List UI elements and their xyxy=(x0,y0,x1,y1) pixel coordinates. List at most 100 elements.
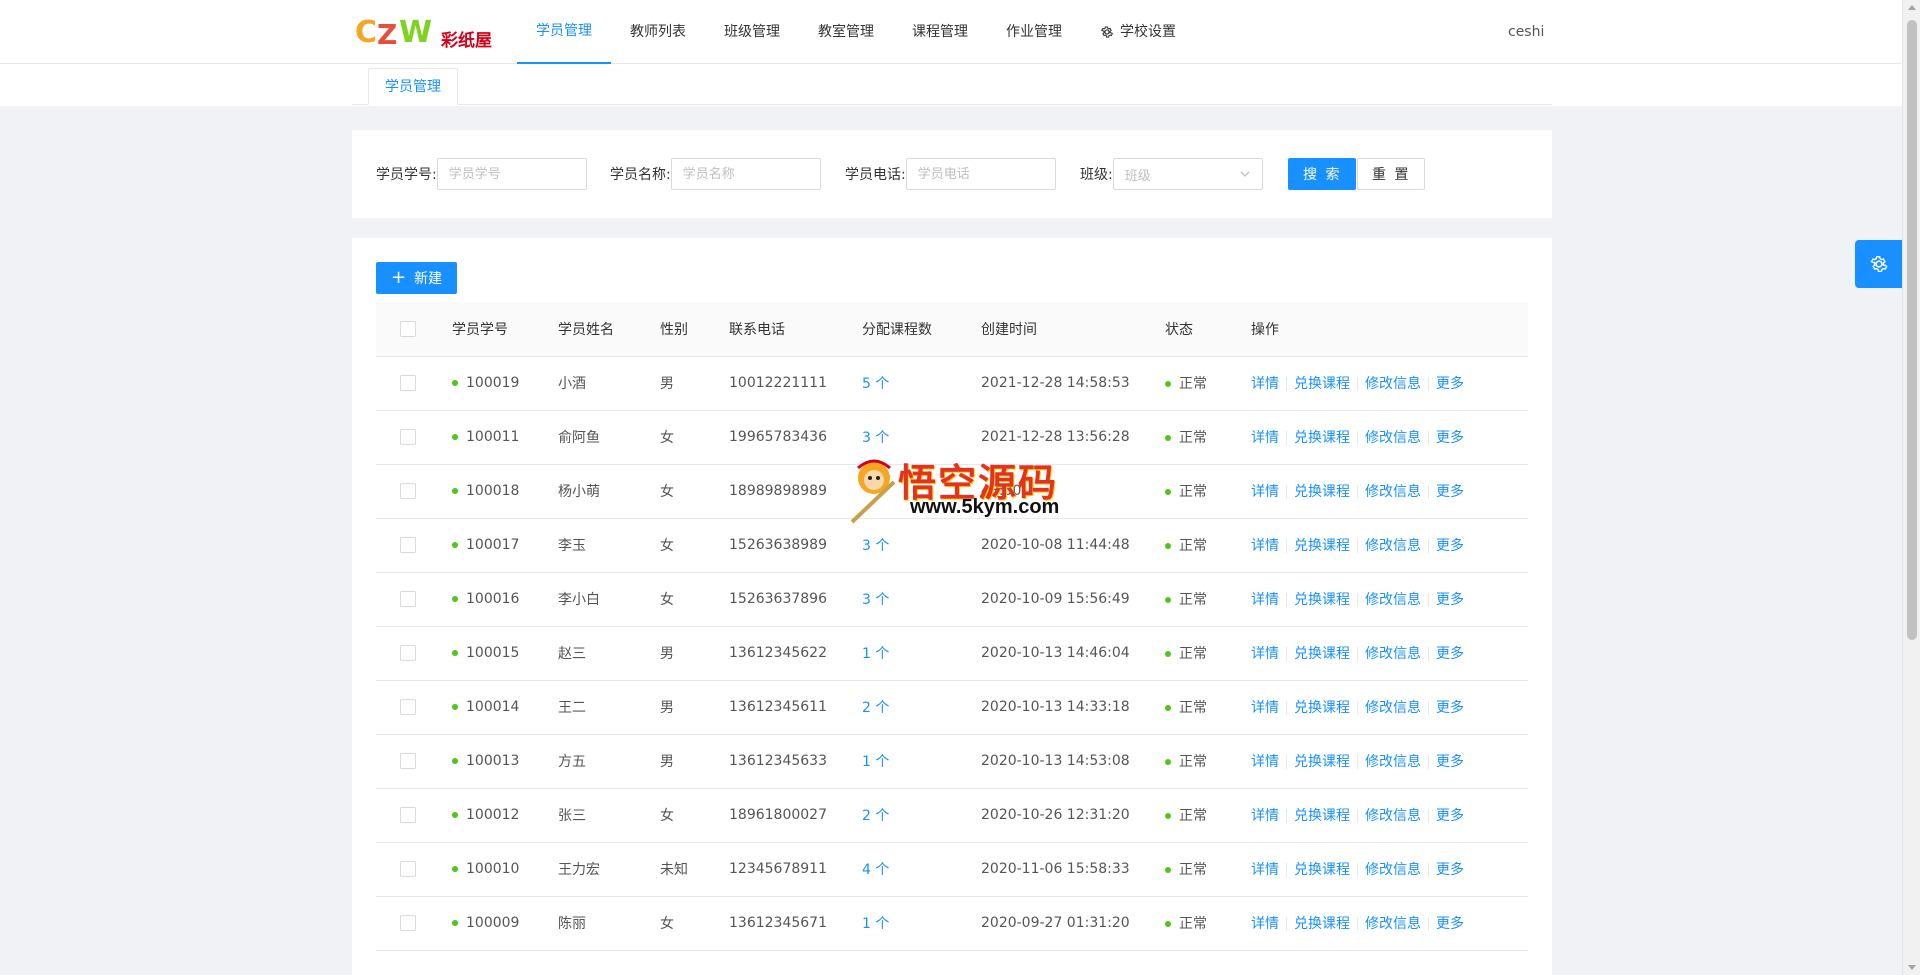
edit-info-link[interactable]: 修改信息 xyxy=(1365,862,1421,878)
edit-info-link[interactable]: 修改信息 xyxy=(1365,646,1421,662)
column-header[interactable]: 操作 xyxy=(1251,302,1528,357)
course-count-link[interactable]: 3 个 xyxy=(862,430,889,446)
row-checkbox[interactable] xyxy=(400,915,416,931)
edit-info-link[interactable]: 修改信息 xyxy=(1365,538,1421,554)
more-link[interactable]: 更多 xyxy=(1436,376,1464,392)
exchange-course-link[interactable]: 兑换课程 xyxy=(1294,646,1350,662)
row-checkbox[interactable] xyxy=(400,483,416,499)
table-row[interactable]: 100017 李玉女 15263638989 3 个 2020-10-08 11:44:… xyxy=(376,518,1528,573)
edit-info-link[interactable]: 修改信息 xyxy=(1365,430,1421,446)
edit-info-link[interactable]: 修改信息 xyxy=(1365,754,1421,770)
table-row[interactable]: 100016 李小白女 15263637896 3 个 2020-10-09 15:56… xyxy=(376,572,1528,627)
exchange-course-link[interactable]: 兑换课程 xyxy=(1294,700,1350,716)
table-row[interactable]: 100019 小酒男 10012221111 5 个 2021-12-28 14:58:… xyxy=(376,356,1528,411)
exchange-course-link[interactable]: 兑换课程 xyxy=(1294,376,1350,392)
row-checkbox[interactable] xyxy=(400,645,416,661)
class-select[interactable]: 班级 xyxy=(1112,158,1263,190)
more-link[interactable]: 更多 xyxy=(1436,862,1464,878)
edit-info-link[interactable]: 修改信息 xyxy=(1365,916,1421,932)
student-phone-input[interactable] xyxy=(905,158,1056,190)
more-link[interactable]: 更多 xyxy=(1436,916,1464,932)
student-id-input[interactable] xyxy=(436,158,587,190)
column-header[interactable]: 学员学号 xyxy=(452,302,558,357)
course-count-link[interactable]: 2 个 xyxy=(862,700,889,716)
exchange-course-link[interactable]: 兑换课程 xyxy=(1294,484,1350,500)
course-count-link[interactable]: 1 个 xyxy=(862,754,889,770)
exchange-course-link[interactable]: 兑换课程 xyxy=(1294,592,1350,608)
row-checkbox[interactable] xyxy=(400,537,416,553)
table-row[interactable]: 100012 张三女 18961800027 2 个 2020-10-26 12:31:… xyxy=(376,788,1528,843)
more-link[interactable]: 更多 xyxy=(1436,430,1464,446)
row-checkbox[interactable] xyxy=(400,375,416,391)
edit-info-link[interactable]: 修改信息 xyxy=(1365,700,1421,716)
column-header[interactable]: 性别 xyxy=(660,302,729,357)
detail-link[interactable]: 详情 xyxy=(1251,484,1279,500)
reset-button[interactable]: 重 置 xyxy=(1357,158,1426,190)
edit-info-link[interactable]: 修改信息 xyxy=(1365,592,1421,608)
edit-info-link[interactable]: 修改信息 xyxy=(1365,484,1421,500)
course-count-link[interactable]: 4 个 xyxy=(862,862,889,878)
student-name-input[interactable] xyxy=(670,158,821,190)
row-checkbox[interactable] xyxy=(400,429,416,445)
edit-info-link[interactable]: 修改信息 xyxy=(1365,808,1421,824)
column-header[interactable]: 联系电话 xyxy=(729,302,862,357)
column-header[interactable]: 状态 xyxy=(1165,302,1251,357)
detail-link[interactable]: 详情 xyxy=(1251,592,1279,608)
more-link[interactable]: 更多 xyxy=(1436,808,1464,824)
table-row[interactable]: 100015 赵三男 13612345622 1 个 2020-10-13 14:46:… xyxy=(376,626,1528,681)
nav-item-2[interactable]: 班级管理 xyxy=(705,0,799,64)
more-link[interactable]: 更多 xyxy=(1436,538,1464,554)
exchange-course-link[interactable]: 兑换课程 xyxy=(1294,538,1350,554)
more-link[interactable]: 更多 xyxy=(1436,646,1464,662)
scroll-up-arrow-icon[interactable] xyxy=(1908,5,1916,10)
exchange-course-link[interactable]: 兑换课程 xyxy=(1294,916,1350,932)
detail-link[interactable]: 详情 xyxy=(1251,430,1279,446)
row-checkbox[interactable] xyxy=(400,807,416,823)
more-link[interactable]: 更多 xyxy=(1436,484,1464,500)
course-count-link[interactable]: 1 个 xyxy=(862,646,889,662)
course-count-link[interactable]: 2 个 xyxy=(862,808,889,824)
course-count-link[interactable]: 5 个 xyxy=(862,376,889,392)
detail-link[interactable]: 详情 xyxy=(1251,700,1279,716)
row-checkbox[interactable] xyxy=(400,591,416,607)
column-header[interactable]: 分配课程数 xyxy=(862,302,981,357)
user-name[interactable]: ceshi xyxy=(1508,0,1544,64)
exchange-course-link[interactable]: 兑换课程 xyxy=(1294,862,1350,878)
course-count-link[interactable]: 3 个 xyxy=(862,538,889,554)
nav-item-0[interactable]: 学员管理 xyxy=(517,0,611,64)
nav-item-5[interactable]: 作业管理 xyxy=(987,0,1081,64)
column-header[interactable]: 学员姓名 xyxy=(558,302,660,357)
exchange-course-link[interactable]: 兑换课程 xyxy=(1294,754,1350,770)
page-scrollbar[interactable] xyxy=(1902,0,1920,975)
course-count-link[interactable]: 3 个 xyxy=(862,592,889,608)
detail-link[interactable]: 详情 xyxy=(1251,376,1279,392)
row-checkbox[interactable] xyxy=(400,753,416,769)
exchange-course-link[interactable]: 兑换课程 xyxy=(1294,808,1350,824)
detail-link[interactable]: 详情 xyxy=(1251,916,1279,932)
scrollbar-thumb[interactable] xyxy=(1907,20,1917,640)
edit-info-link[interactable]: 修改信息 xyxy=(1365,376,1421,392)
table-row[interactable]: 100010 王力宏 未知 12345678911 4 个 2020-11-06 15:5… xyxy=(376,842,1528,897)
detail-link[interactable]: 详情 xyxy=(1251,538,1279,554)
tab-student-management[interactable]: 学员管理 xyxy=(368,68,458,105)
floating-settings-button[interactable] xyxy=(1855,240,1903,288)
nav-item-1[interactable]: 教师列表 xyxy=(611,0,705,64)
nav-item-6[interactable]: 学校设置 xyxy=(1081,0,1195,64)
brand-logo[interactable]: C Z W 彩纸屋 xyxy=(355,12,505,52)
table-row[interactable]: 100009 陈丽女 13612345671 1 个 2020-09-27 01:31:… xyxy=(376,896,1528,951)
detail-link[interactable]: 详情 xyxy=(1251,862,1279,878)
new-student-button[interactable]: + 新建 xyxy=(376,262,458,294)
table-row[interactable]: 100013 方五男 13612345633 1 个 2020-10-13 14:53:… xyxy=(376,734,1528,789)
more-link[interactable]: 更多 xyxy=(1436,754,1464,770)
row-checkbox[interactable] xyxy=(400,699,416,715)
course-count-link[interactable]: 1 个 xyxy=(862,916,889,932)
detail-link[interactable]: 详情 xyxy=(1251,646,1279,662)
exchange-course-link[interactable]: 兑换课程 xyxy=(1294,430,1350,446)
select-all-checkbox[interactable] xyxy=(400,320,416,337)
more-link[interactable]: 更多 xyxy=(1436,700,1464,716)
search-button[interactable]: 搜 索 xyxy=(1288,158,1357,190)
table-row[interactable]: 100014 王二男 13612345611 2 个 2020-10-13 14:33:… xyxy=(376,680,1528,735)
detail-link[interactable]: 详情 xyxy=(1251,808,1279,824)
detail-link[interactable]: 详情 xyxy=(1251,754,1279,770)
nav-item-4[interactable]: 课程管理 xyxy=(893,0,987,64)
